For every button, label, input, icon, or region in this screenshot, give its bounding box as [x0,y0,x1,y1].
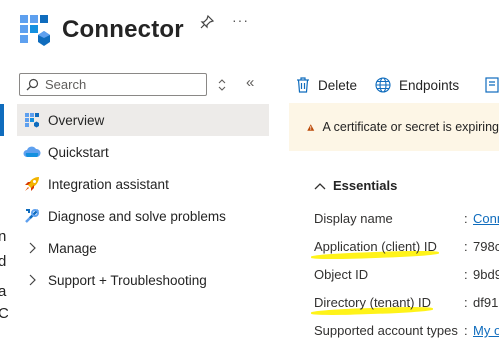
sidebar-item-integration-assistant[interactable]: Integration assistant [17,168,269,200]
warning-banner: A certificate or secret is expiring [289,103,499,151]
sidebar-item-label: Quickstart [48,144,109,160]
sidebar-item-label: Support + Troubleshooting [48,272,207,288]
rocket-icon [23,175,41,193]
command-bar: Delete Endpoints [296,73,477,97]
sidebar-item-manage[interactable]: Manage [17,232,269,264]
field-separator: : [464,211,468,226]
sidebar-item-diagnose[interactable]: Diagnose and solve problems [17,200,269,232]
page-header: Connector [18,10,184,50]
chevron-right-icon [23,239,41,257]
sidebar-item-label: Integration assistant [48,176,169,192]
field-separator: : [464,267,468,282]
preview-features-icon[interactable] [485,77,499,93]
pin-icon[interactable] [199,14,215,30]
search-input[interactable] [45,77,195,92]
sidebar-item-overview[interactable]: Overview [0,104,269,136]
overview-grid-icon [23,111,41,129]
globe-icon [375,77,391,93]
field-separator: : [464,323,468,338]
collapse-sidebar-icon[interactable]: « [246,74,254,91]
trash-icon [297,77,309,93]
sidebar: Overview Quickstart Integration assistan… [0,104,269,296]
cloud-icon [23,143,41,161]
field-label: Application (client) ID [314,239,437,254]
delete-label: Delete [318,77,358,93]
endpoints-label: Endpoints [399,77,460,93]
chevron-right-icon [23,271,41,289]
application-id-value: 798c [473,239,499,254]
warning-icon [307,123,315,131]
essentials-title: Essentials [333,178,398,193]
account-types-link[interactable]: My o [473,323,499,338]
field-label: Object ID [314,267,369,282]
left-edge-strip: n d a C [0,0,8,345]
object-id-value: 9bd9 [473,267,499,282]
endpoints-button[interactable]: Endpoints [375,77,459,93]
more-options-icon[interactable]: ··· [232,12,249,28]
sort-icon[interactable] [216,78,228,92]
chevron-up-icon [314,182,326,189]
search-icon [26,78,39,91]
app-registration-icon [18,13,52,47]
sidebar-item-label: Manage [48,240,97,256]
warning-text: A certificate or secret is expiring [322,120,499,134]
sidebar-item-label: Overview [48,112,105,128]
directory-id-value: df91 [473,295,499,310]
sidebar-item-support-troubleshooting[interactable]: Support + Troubleshooting [17,264,269,296]
delete-button[interactable]: Delete [296,77,357,93]
page-title: Connector [62,16,184,43]
field-label: Supported account types [314,323,458,338]
field-label: Directory (tenant) ID [314,295,432,310]
edge-fragment: n [0,228,7,245]
sidebar-item-quickstart[interactable]: Quickstart [17,136,269,168]
edge-fragment: C [0,305,8,322]
field-label: Display name [314,211,393,226]
edge-fragment: a [0,283,7,300]
edge-fragment: d [0,253,7,270]
display-name-link[interactable]: Conn [473,211,499,226]
sidebar-item-label: Diagnose and solve problems [48,208,226,224]
wrench-icon [23,207,41,225]
search-box[interactable] [19,73,207,96]
field-separator: : [464,295,468,310]
essentials-toggle[interactable]: Essentials [314,178,397,193]
field-separator: : [464,239,468,254]
